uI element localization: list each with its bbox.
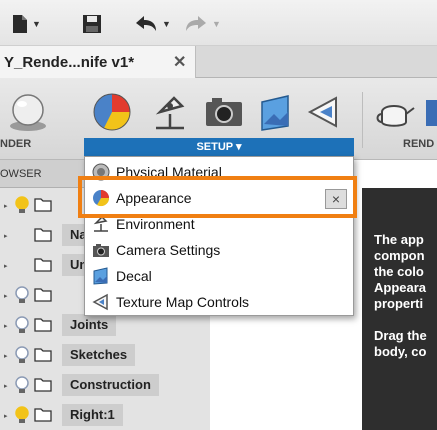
appearance-icon[interactable] xyxy=(90,90,134,134)
redo-icon xyxy=(186,16,206,31)
browser-row[interactable]: ▸ Sketches xyxy=(0,340,210,370)
menu-item-decal[interactable]: Decal xyxy=(85,263,353,289)
document-tab-label: Y_Rende...nife v1* xyxy=(4,54,135,71)
chevron-down-icon: ▼ xyxy=(212,19,221,29)
browser-row-label: Sketches xyxy=(62,344,136,366)
chevron-down-icon: ▼ xyxy=(32,19,41,29)
folder-icon xyxy=(34,348,52,362)
tooltip-spacer xyxy=(374,312,437,328)
expand-arrow-icon[interactable]: ▸ xyxy=(4,292,8,300)
texture-map-icon xyxy=(92,293,108,311)
browser-row[interactable]: ▸ Construction xyxy=(0,370,210,400)
menu-item-texture-map-controls[interactable]: Texture Map Controls xyxy=(85,289,353,315)
redo-button[interactable]: ▼ xyxy=(184,12,221,36)
tooltip-text-line: the colo xyxy=(374,264,424,279)
undo-button[interactable]: ▼ xyxy=(134,12,171,36)
tooltip-text-line: Appeara xyxy=(374,280,427,295)
menu-item-camera-settings[interactable]: Camera Settings xyxy=(85,237,353,263)
fusion-window: ▼ ▼ ▼ Y_Rende...nife v1* ✕ NDER REND SET… xyxy=(0,0,437,430)
ribbon-separator xyxy=(362,92,363,148)
chevron-down-icon: ▼ xyxy=(162,19,171,29)
tooltip-text-line: properti xyxy=(374,296,424,311)
save-button[interactable] xyxy=(82,12,102,36)
menu-item-label: Environment xyxy=(116,216,195,232)
tooltip-text-line: compon xyxy=(374,248,425,263)
menu-item-label: Decal xyxy=(116,268,152,284)
ribbon-toolbar: NDER REND SETUP ▾ xyxy=(0,78,437,160)
document-tab-strip: Y_Rende...nife v1* ✕ xyxy=(0,46,437,78)
expand-arrow-icon[interactable]: ▸ xyxy=(4,202,8,210)
visibility-bulb-icon[interactable] xyxy=(14,286,30,304)
appearance-tooltip: The app compon the colo Appeara properti Drag… xyxy=(362,188,437,430)
expand-arrow-icon[interactable]: ▸ xyxy=(4,322,8,330)
teapot-icon[interactable] xyxy=(372,90,416,134)
render-icon[interactable] xyxy=(424,90,437,134)
browser-row-label: Right:1 xyxy=(62,404,123,426)
appearance-highlight-box xyxy=(78,176,357,218)
menu-item-label: Camera Settings xyxy=(116,242,221,258)
save-icon xyxy=(83,15,101,33)
tooltip-text-line: Drag the xyxy=(374,328,427,343)
browser-row-label: Construction xyxy=(62,374,159,396)
expand-arrow-icon[interactable]: ▸ xyxy=(4,412,8,420)
expand-arrow-icon[interactable]: ▸ xyxy=(4,352,8,360)
visibility-bulb-icon[interactable] xyxy=(14,196,30,214)
render-panel-label[interactable]: REND xyxy=(403,138,434,150)
render-workspace-label[interactable]: NDER xyxy=(0,138,31,150)
environment-lamp-icon[interactable] xyxy=(148,90,192,134)
decal-icon[interactable] xyxy=(254,90,298,134)
camera-settings-icon xyxy=(93,244,109,257)
tooltip-text-line: body, co xyxy=(374,344,427,359)
folder-icon xyxy=(34,318,52,332)
browser-row[interactable]: ▸ Right:1 xyxy=(0,400,210,430)
visibility-bulb-icon[interactable] xyxy=(14,316,30,334)
file-menu-button[interactable]: ▼ xyxy=(12,12,41,36)
decal-icon xyxy=(93,267,108,285)
visibility-bulb-icon[interactable] xyxy=(14,346,30,364)
tooltip-text-line: The app xyxy=(374,232,424,247)
folder-icon xyxy=(34,408,52,422)
expand-arrow-icon[interactable]: ▸ xyxy=(4,232,8,240)
expand-arrow-icon[interactable]: ▸ xyxy=(4,382,8,390)
camera-icon[interactable] xyxy=(202,90,246,134)
folder-icon xyxy=(34,198,52,212)
undo-icon xyxy=(136,16,156,31)
setup-dropdown-button[interactable]: SETUP ▾ xyxy=(84,138,354,156)
folder-icon xyxy=(34,228,52,242)
browser-header-label: OWSER xyxy=(0,168,42,180)
document-tab[interactable]: Y_Rende...nife v1* ✕ xyxy=(0,46,196,78)
file-icon xyxy=(13,15,27,33)
close-icon[interactable]: ✕ xyxy=(173,52,186,72)
texture-map-icon[interactable] xyxy=(304,90,348,134)
visibility-bulb-icon[interactable] xyxy=(14,406,30,424)
quick-access-toolbar: ▼ ▼ ▼ xyxy=(0,0,437,46)
expand-arrow-icon[interactable]: ▸ xyxy=(4,262,8,270)
folder-icon xyxy=(34,288,52,302)
menu-item-label: Texture Map Controls xyxy=(116,294,250,310)
render-sphere-icon[interactable] xyxy=(6,90,50,134)
folder-icon xyxy=(34,258,52,272)
browser-row-label: Joints xyxy=(62,314,117,336)
visibility-bulb-icon[interactable] xyxy=(14,376,30,394)
folder-icon xyxy=(34,378,52,392)
